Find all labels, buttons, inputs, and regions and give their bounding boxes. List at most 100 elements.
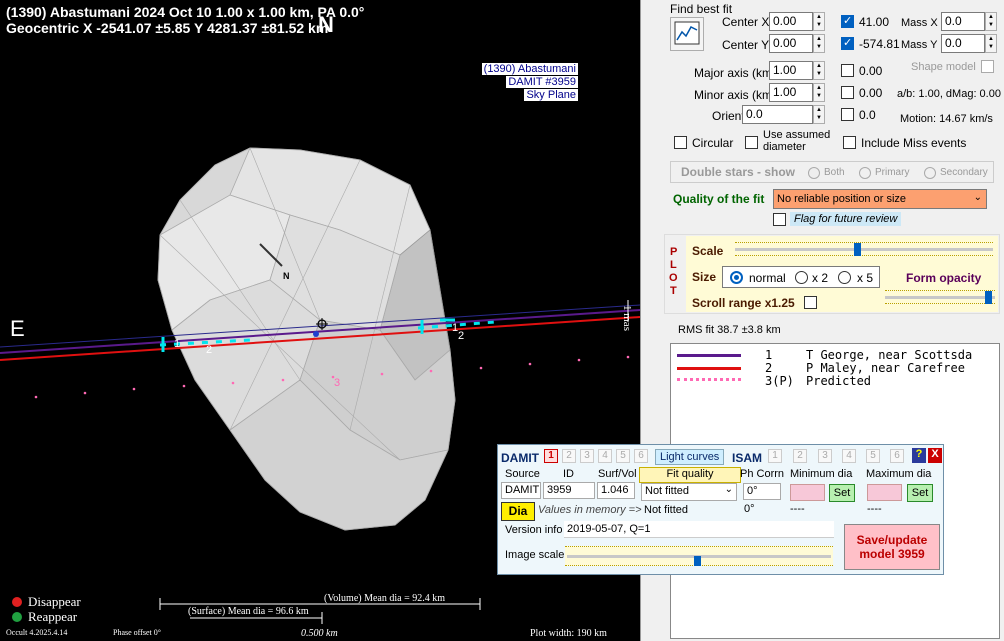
center-y-spinner[interactable]: ▲ ▼ bbox=[813, 34, 825, 53]
isam-tab-2[interactable]: 2 bbox=[793, 449, 807, 463]
chord-label-3: 3 bbox=[334, 377, 341, 389]
ph-corrn-label: Ph Corrn bbox=[740, 468, 785, 480]
damit-dialog: DAMIT 1 2 3 4 5 6 Light curves ISAM 1 2 … bbox=[497, 444, 944, 575]
center-x-input[interactable]: 0.00 bbox=[769, 12, 813, 31]
major-axis-fit-checkbox[interactable] bbox=[841, 64, 854, 77]
chevron-down-icon: ⌄ bbox=[973, 192, 982, 203]
damit-tab-5[interactable]: 5 bbox=[616, 449, 630, 463]
max-dia-input[interactable] bbox=[867, 484, 902, 501]
mass-y-input[interactable]: 0.0 bbox=[941, 34, 985, 53]
fit-quality-select[interactable]: Not fitted ⌄ bbox=[641, 483, 737, 501]
image-scale-slider[interactable] bbox=[565, 546, 833, 566]
version-label: Occult 4.2025.4.14 bbox=[6, 628, 68, 637]
damit-title: DAMIT bbox=[501, 451, 539, 465]
flag-review-checkbox[interactable] bbox=[773, 213, 786, 226]
ph-corrn-value[interactable]: 0° bbox=[743, 483, 781, 500]
surf-vol-label: Surf/Vol bbox=[598, 468, 637, 480]
image-scale-thumb[interactable] bbox=[694, 556, 701, 566]
light-curves-button[interactable]: Light curves bbox=[655, 449, 725, 465]
surface-mean-label: (Surface) Mean dia = 96.6 km bbox=[188, 606, 309, 617]
scale-slider[interactable] bbox=[735, 242, 993, 256]
circular-checkbox[interactable] bbox=[674, 136, 687, 149]
disappear-dot bbox=[12, 597, 22, 607]
observer-2-line bbox=[677, 367, 741, 370]
orientation-spinner[interactable]: ▲ ▼ bbox=[813, 105, 825, 124]
center-y-label: Center Y bbox=[722, 38, 770, 52]
find-best-fit-button[interactable] bbox=[670, 17, 704, 51]
damit-tab-1[interactable]: 1 bbox=[544, 449, 558, 463]
info-plane: Sky Plane bbox=[524, 89, 578, 101]
include-miss-checkbox[interactable] bbox=[843, 136, 856, 149]
min-dia-label: Minimum dia bbox=[790, 468, 853, 480]
radio-secondary[interactable] bbox=[924, 167, 936, 179]
center-y-fit-checkbox[interactable] bbox=[841, 36, 854, 50]
damit-tab-4[interactable]: 4 bbox=[598, 449, 612, 463]
legend-reappear: Reappear bbox=[28, 609, 78, 624]
min-dia-input[interactable] bbox=[790, 484, 825, 501]
isam-tab-1[interactable]: 1 bbox=[768, 449, 782, 463]
radio-primary[interactable] bbox=[859, 167, 871, 179]
isam-tab-6[interactable]: 6 bbox=[890, 449, 904, 463]
shape-model-label: Shape model bbox=[911, 61, 976, 73]
center-x-fit-value: 41.00 bbox=[859, 15, 890, 29]
radio-secondary-label: Secondary bbox=[940, 167, 988, 178]
isam-tab-5[interactable]: 5 bbox=[866, 449, 880, 463]
damit-tab-6[interactable]: 6 bbox=[634, 449, 648, 463]
version-info-label: Version info bbox=[505, 524, 563, 536]
double-stars-label: Double stars - show bbox=[681, 165, 796, 179]
mass-x-label: Mass X bbox=[901, 17, 938, 29]
close-button[interactable]: X bbox=[928, 448, 942, 463]
radio-both[interactable] bbox=[808, 167, 820, 179]
scroll-range-label: Scroll range x1.25 bbox=[692, 296, 795, 310]
use-assumed-checkbox[interactable] bbox=[745, 136, 758, 149]
center-x-spinner[interactable]: ▲ ▼ bbox=[813, 12, 825, 31]
size-x2-label: x 2 bbox=[812, 271, 829, 285]
scale-slider-thumb[interactable] bbox=[854, 243, 861, 256]
mem-max: ---- bbox=[867, 503, 882, 515]
circular-label: Circular bbox=[692, 136, 734, 150]
chord-label-1a: 1 bbox=[174, 338, 181, 350]
form-opacity-thumb[interactable] bbox=[985, 291, 992, 304]
save-update-button[interactable]: Save/update model 3959 bbox=[844, 524, 940, 570]
plot-width-label: Plot width: 190 km bbox=[530, 628, 607, 639]
mass-x-input[interactable]: 0.0 bbox=[941, 12, 985, 31]
orientation-input[interactable]: 0.0 bbox=[742, 105, 813, 124]
major-axis-input[interactable]: 1.00 bbox=[769, 61, 813, 80]
minor-axis-spinner[interactable]: ▲ ▼ bbox=[813, 83, 825, 102]
major-axis-spinner[interactable]: ▲ ▼ bbox=[813, 61, 825, 80]
shape-model-checkbox[interactable] bbox=[981, 60, 994, 73]
chord-label-2b: 2 bbox=[458, 330, 465, 342]
isam-tab-3[interactable]: 3 bbox=[818, 449, 832, 463]
form-opacity-slider[interactable] bbox=[885, 290, 995, 304]
size-normal-radio[interactable] bbox=[730, 271, 743, 284]
east-label: E bbox=[10, 316, 25, 341]
plot-subtitle: Geocentric X -2541.07 ±5.85 Y 4281.37 ±8… bbox=[6, 20, 329, 36]
id-value[interactable]: 3959 bbox=[543, 482, 595, 499]
min-dia-set-button[interactable]: Set bbox=[829, 484, 855, 502]
asteroid-north-label: N bbox=[283, 271, 290, 281]
scroll-range-checkbox[interactable] bbox=[804, 296, 817, 309]
center-y-input[interactable]: 0.00 bbox=[769, 34, 813, 53]
center-x-fit-checkbox[interactable] bbox=[841, 14, 854, 28]
dia-button[interactable]: Dia bbox=[501, 502, 535, 521]
chord-label-2a: 2 bbox=[206, 344, 213, 356]
help-button[interactable]: ? bbox=[912, 448, 926, 463]
orientation-fit-checkbox[interactable] bbox=[841, 108, 854, 121]
isam-tab-4[interactable]: 4 bbox=[842, 449, 856, 463]
size-x5-radio[interactable] bbox=[838, 271, 851, 284]
minor-axis-input[interactable]: 1.00 bbox=[769, 83, 813, 102]
damit-tab-2[interactable]: 2 bbox=[562, 449, 576, 463]
minor-axis-fit-checkbox[interactable] bbox=[841, 86, 854, 99]
max-dia-set-button[interactable]: Set bbox=[907, 484, 933, 502]
quality-fit-select[interactable]: No reliable position or size ⌄ bbox=[773, 189, 987, 209]
fit-center-dot bbox=[313, 331, 319, 337]
observer-2-name: P Maley, near Carefree bbox=[806, 361, 965, 375]
damit-tab-3[interactable]: 3 bbox=[580, 449, 594, 463]
size-label: Size bbox=[692, 270, 717, 284]
center-y-fit-value: -574.81 bbox=[859, 37, 900, 51]
max-dia-label: Maximum dia bbox=[866, 468, 932, 480]
mass-x-spinner[interactable]: ▲ ▼ bbox=[985, 12, 997, 31]
reappear-dot bbox=[12, 612, 22, 622]
size-x2-radio[interactable] bbox=[795, 271, 808, 284]
mass-y-spinner[interactable]: ▲ ▼ bbox=[985, 34, 997, 53]
